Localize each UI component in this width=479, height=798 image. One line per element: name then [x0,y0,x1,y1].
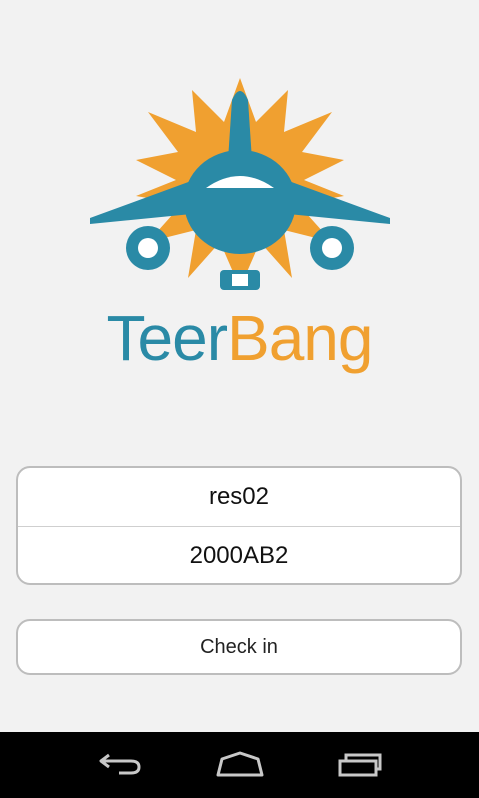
landing-gear-icon [232,274,248,286]
system-navbar [0,732,479,798]
home-button[interactable] [210,744,270,784]
back-button[interactable] [90,744,150,784]
engine-left-icon [138,238,158,258]
engine-right-icon [322,238,342,258]
username-input[interactable] [18,468,460,526]
brand-part1: Teer [106,302,228,374]
check-in-button[interactable]: Check in [16,619,462,675]
recent-apps-icon [338,753,382,777]
brand-part2: Bang [227,302,373,374]
login-form [16,466,462,585]
code-input[interactable] [18,526,460,583]
brand-wordmark: TeerBang [0,298,479,378]
back-icon [99,753,141,775]
recent-apps-button[interactable] [330,744,390,784]
home-icon [216,751,264,777]
